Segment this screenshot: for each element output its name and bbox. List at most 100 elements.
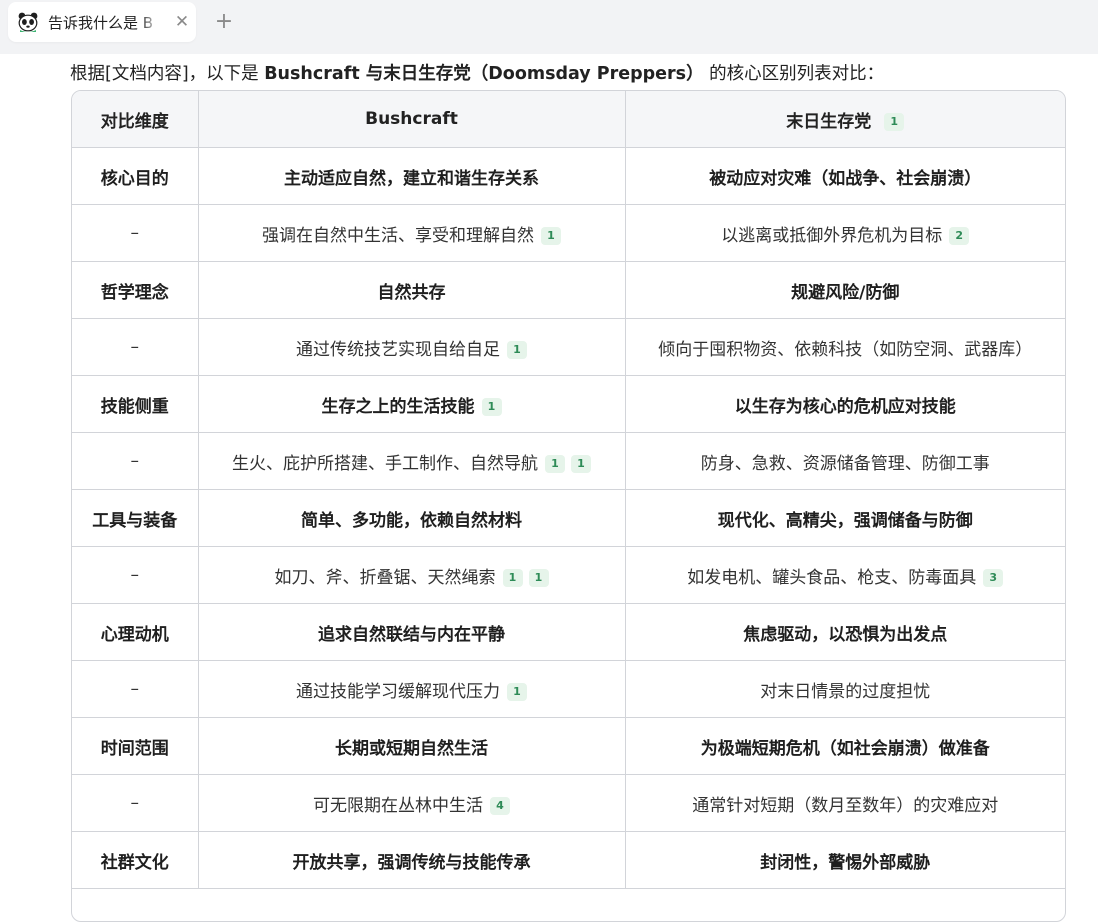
dimension-cell: – (72, 546, 199, 604)
preppers-cell: 被动应对灾难（如战争、社会崩溃） (625, 147, 1065, 205)
citation-badge[interactable]: 1 (528, 568, 549, 587)
cell-text: 可无限期在丛林中生活 (313, 795, 483, 816)
cell-text: 通过传统技艺实现自给自足 (296, 339, 500, 360)
preppers-cell: 焦虑驱动，以恐惧为出发点 (625, 603, 1065, 661)
preppers-cell: 以生存为核心的危机应对技能 (625, 375, 1065, 433)
cell-text: – (130, 337, 140, 357)
cell-text: 如发电机、罐头食品、枪支、防毒面具 (687, 567, 977, 588)
cell-text: – (130, 565, 140, 585)
preppers-cell: 通常针对短期（数月至数年）的灾难应对 (625, 774, 1065, 832)
dimension-cell: – (72, 318, 199, 376)
preppers-cell: 规避风险/防御 (625, 261, 1065, 319)
bushcraft-cell: 长期或短期自然生活 (198, 717, 626, 775)
cell-text: 生存之上的生活技能 (321, 396, 475, 417)
cell-text: 为极端短期危机（如社会崩溃）做准备 (700, 738, 990, 759)
table-row: – 通过传统技艺实现自给自足 1 倾向于囤积物资、依赖科技（如防空洞、武器库） (72, 318, 1065, 376)
bushcraft-cell: 如刀、斧、折叠锯、天然绳索 1 1 (198, 546, 626, 604)
table-row: 技能侧重 生存之上的生活技能 1 以生存为核心的危机应对技能 (72, 375, 1065, 433)
dimension-cell: 哲学理念 (72, 261, 199, 319)
dimension-cell: 核心目的 (72, 147, 199, 205)
preppers-cell: 对末日情景的过度担忧 (625, 660, 1065, 718)
header-cell-bushcraft: Bushcraft (198, 91, 626, 148)
header-label: Bushcraft (365, 109, 458, 129)
bushcraft-cell: 生存之上的生活技能 1 (198, 375, 626, 433)
cell-text: 通过技能学习缓解现代压力 (296, 681, 500, 702)
dimension-cell: 社群文化 (72, 831, 199, 889)
cell-text: – (130, 223, 140, 243)
citation-badge[interactable]: 1 (541, 226, 561, 245)
cell-text: 防身、急救、资源储备管理、防御工事 (700, 453, 990, 474)
dimension-cell: – (72, 432, 199, 490)
cell-text: 以逃离或抵御外界危机为目标 (721, 225, 943, 246)
preppers-cell: 防身、急救、资源储备管理、防御工事 (625, 432, 1065, 490)
cell-text: 生火、庇护所搭建、手工制作、自然导航 (232, 453, 538, 474)
preppers-cell: 如发电机、罐头食品、枪支、防毒面具 3 (625, 546, 1065, 604)
cell-text: 工具与装备 (92, 510, 178, 531)
intro-suffix: 的核心区别列表对比： (703, 64, 885, 84)
table-body: 核心目的 主动适应自然，建立和谐生存关系 被动应对灾难（如战争、社会崩溃） – 强调在自… (72, 147, 1065, 889)
dimension-cell: 时间范围 (72, 717, 199, 775)
citation-badge[interactable]: 1 (571, 454, 591, 473)
dimension-cell: – (72, 204, 199, 262)
dimension-cell: – (72, 774, 199, 832)
cell-text: 主动适应自然，建立和谐生存关系 (284, 168, 539, 189)
header-label: 对比维度 (100, 111, 169, 132)
active-tab[interactable]: 告诉我什么是 B ✕ (8, 2, 196, 42)
cell-text: 简单、多功能，依赖自然材料 (301, 510, 522, 531)
preppers-cell: 现代化、高精尖，强调储备与防御 (625, 489, 1065, 547)
table-row: 哲学理念 自然共存 规避风险/防御 (72, 261, 1065, 319)
intro-prefix: 根据[文档内容]，以下是 (70, 64, 265, 84)
preppers-cell: 为极端短期危机（如社会崩溃）做准备 (625, 717, 1065, 775)
citation-badge[interactable]: 1 (507, 682, 527, 701)
intro-emphasis: Bushcraft 与末日生存党（Doomsday Preppers） (264, 64, 704, 84)
citation-badge[interactable]: 3 (983, 568, 1004, 587)
bushcraft-cell: 通过技能学习缓解现代压力 1 (198, 660, 626, 718)
new-tab-icon[interactable]: + (212, 11, 236, 35)
header-cell-preppers: 末日生存党 1 (625, 91, 1065, 148)
cell-text: 倾向于囤积物资、依赖科技（如防空洞、武器库） (658, 339, 1033, 360)
bushcraft-cell: 开放共享，强调传统与技能传承 (198, 831, 626, 889)
header-cell-dimension: 对比维度 (72, 91, 199, 148)
panda-icon (18, 12, 38, 32)
comparison-table: 对比维度 Bushcraft 末日生存党 1 核心目的 主动适应自然，建立和谐生存… (72, 91, 1065, 889)
cell-text: 核心目的 (100, 168, 169, 189)
header-label: 末日生存党 (786, 111, 872, 132)
table-row: 心理动机 追求自然联结与内在平静 焦虑驱动，以恐惧为出发点 (72, 603, 1065, 661)
cell-text: 心理动机 (100, 624, 169, 645)
intro-sentence: 根据[文档内容]，以下是 Bushcraft 与末日生存党（Doomsday P… (70, 62, 884, 86)
cell-text: 规避风险/防御 (791, 282, 900, 303)
table-row: – 强调在自然中生活、享受和理解自然 1 以逃离或抵御外界危机为目标 2 (72, 204, 1065, 262)
table-row: – 生火、庇护所搭建、手工制作、自然导航 1 1 防身、急救、资源储备管理、防御工事 (72, 432, 1065, 490)
dimension-cell: 技能侧重 (72, 375, 199, 433)
cell-text: 对末日情景的过度担忧 (760, 681, 931, 702)
cell-text: 自然共存 (377, 282, 446, 303)
bushcraft-cell: 可无限期在丛林中生活 4 (198, 774, 626, 832)
bushcraft-cell: 强调在自然中生活、享受和理解自然 1 (198, 204, 626, 262)
bushcraft-cell: 生火、庇护所搭建、手工制作、自然导航 1 1 (198, 432, 626, 490)
cell-text: 被动应对灾难（如战争、社会崩溃） (709, 168, 982, 189)
dimension-cell: 心理动机 (72, 603, 199, 661)
citation-badge[interactable]: 1 (481, 397, 502, 416)
citation-badge[interactable]: 1 (507, 340, 527, 359)
cell-text: 开放共享，强调传统与技能传承 (292, 852, 531, 873)
dimension-cell: 工具与装备 (72, 489, 199, 547)
cell-text: 技能侧重 (100, 396, 169, 417)
cell-text: 如刀、斧、折叠锯、天然绳索 (274, 567, 496, 588)
citation-badge[interactable]: 1 (884, 112, 905, 131)
citation-badge[interactable]: 1 (545, 454, 565, 473)
citation-badge[interactable]: 1 (502, 568, 523, 587)
cell-text: – (130, 679, 140, 699)
cell-text: – (130, 793, 140, 813)
cell-text: 社群文化 (100, 852, 169, 873)
citation-badge[interactable]: 4 (490, 796, 510, 815)
close-tab-icon[interactable]: ✕ (172, 12, 192, 32)
table-row: 核心目的 主动适应自然，建立和谐生存关系 被动应对灾难（如战争、社会崩溃） (72, 147, 1065, 205)
citation-badge[interactable]: 2 (949, 226, 970, 245)
cell-text: 追求自然联结与内在平静 (318, 624, 505, 645)
bushcraft-cell: 主动适应自然，建立和谐生存关系 (198, 147, 626, 205)
cell-text: 时间范围 (100, 738, 169, 759)
cell-text: 长期或短期自然生活 (335, 738, 488, 759)
table-row: – 通过技能学习缓解现代压力 1 对末日情景的过度担忧 (72, 660, 1065, 718)
tab-title: 告诉我什么是 B (48, 14, 154, 32)
dimension-cell: – (72, 660, 199, 718)
